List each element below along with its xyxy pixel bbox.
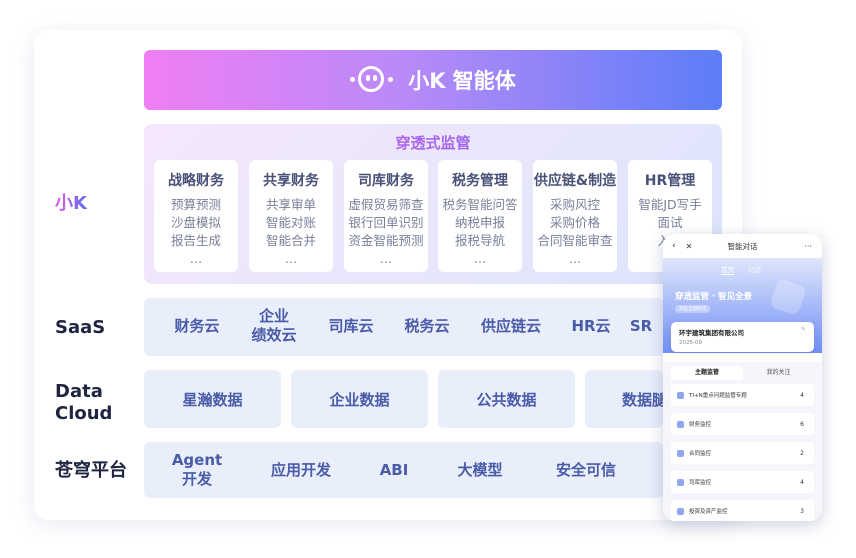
list-item-count: 4: [800, 478, 804, 486]
edit-icon[interactable]: ✎: [801, 326, 806, 333]
module-title: HR管理: [644, 173, 696, 189]
supervision-panel: 穿透式监管 战略财务 预算预测 沙盘模拟 报告生成 … 共享财务 共享审单 智能…: [144, 124, 722, 284]
row-label-xk: 小K: [55, 193, 87, 214]
module-item: 虚假贸易筛查: [348, 197, 424, 212]
module-title: 司库财务: [358, 173, 414, 189]
saas-item[interactable]: 财务云: [158, 317, 236, 336]
robot-face-icon: [350, 66, 394, 94]
phone-subtabs: 主题监管 我的关注: [671, 366, 814, 380]
row-label-saas: SaaS: [55, 317, 106, 338]
folder-icon: [677, 507, 684, 515]
saas-item[interactable]: 企业 绩效云: [238, 307, 310, 345]
module-item: 报税导航: [454, 233, 505, 248]
module-more: …: [284, 251, 298, 266]
module-item: 纳税申报: [454, 215, 505, 230]
module-title: 供应链&制造: [533, 173, 617, 189]
more-icon[interactable]: ···: [804, 242, 812, 251]
banner-title: 小K 智能体: [408, 69, 516, 93]
module-more: …: [189, 251, 203, 266]
phone-header: ‹ ✕ 智能对话 ···: [663, 234, 822, 258]
phone-hero-title: 穿透监管 · 智见全景: [675, 292, 753, 302]
phone-tab-chat[interactable]: 对话: [748, 264, 761, 274]
folder-icon: [677, 449, 684, 457]
xk-agent-banner[interactable]: 小K 智能体: [144, 50, 722, 110]
module-item: 面试: [657, 215, 683, 230]
module-more: …: [473, 251, 487, 266]
module-item: 智能对账: [265, 215, 316, 230]
saas-item[interactable]: SR: [626, 317, 656, 336]
module-card[interactable]: 司库财务 虚假贸易筛查 银行回单识别 资金智能预测 …: [344, 160, 428, 272]
module-more: …: [379, 251, 393, 266]
row-label-data-2: Cloud: [55, 403, 113, 424]
list-item-label: 合同监控: [689, 451, 712, 457]
module-item: 采购价格: [549, 215, 600, 230]
phone-company-card[interactable]: 环宇建筑集团有限公司 2025-09 ✎: [671, 322, 814, 352]
row-label-data-1: Data: [55, 381, 103, 402]
module-more: …: [568, 251, 582, 266]
module-card[interactable]: 税务管理 税务智能问答 纳税申报 报税导航 …: [438, 160, 522, 272]
close-icon[interactable]: ✕: [686, 242, 693, 251]
module-item: 银行回单识别: [348, 215, 424, 230]
module-item: 报告生成: [170, 233, 221, 248]
saas-item[interactable]: 司库云: [312, 317, 390, 336]
module-item: 沙盘模拟: [170, 215, 221, 230]
folder-icon: [677, 391, 684, 399]
list-item[interactable]: TI+N重点问题监管专题 4: [671, 384, 814, 406]
list-item-label: 投资及资产监控: [689, 509, 728, 515]
platform-item[interactable]: Agent 开发: [158, 451, 236, 489]
module-item: 合同智能审查: [537, 233, 613, 248]
phone-tab-home[interactable]: 首页: [721, 264, 734, 275]
list-item-label: TI+N重点问题监管专题: [689, 393, 747, 399]
module-item: 资金智能预测: [348, 233, 424, 248]
company-date: 2025-09: [679, 340, 702, 346]
architecture-canvas: 小K SaaS Data Cloud 苍穹平台 小K 智能体 穿透式监管 战略财…: [0, 0, 856, 558]
module-item: 共享审单: [265, 197, 316, 212]
list-item[interactable]: 投资及资产监控 3: [671, 500, 814, 521]
module-title: 战略财务: [168, 173, 224, 189]
module-card[interactable]: 共享财务 共享审单 智能对账 智能合并 …: [249, 160, 333, 272]
platform-row: Agent 开发 应用开发 ABI 大模型 安全可信: [144, 442, 664, 498]
data-cloud-item[interactable]: 企业数据: [291, 370, 428, 428]
row-label-platform: 苍穹平台: [55, 460, 127, 481]
folder-icon: [677, 420, 684, 428]
subtab-following[interactable]: 我的关注: [743, 366, 814, 380]
data-cloud-item[interactable]: 星瀚数据: [144, 370, 281, 428]
list-item[interactable]: 财务监控 6: [671, 413, 814, 435]
platform-item[interactable]: 应用开发: [256, 461, 346, 480]
saas-row: 财务云 企业 绩效云 司库云 税务云 供应链云 HR云 SR: [144, 298, 664, 356]
saas-item[interactable]: HR云: [556, 317, 626, 336]
module-card[interactable]: 战略财务 预算预测 沙盘模拟 报告生成 …: [154, 160, 238, 272]
list-item[interactable]: 司库监控 4: [671, 471, 814, 493]
list-item-label: 财务监控: [689, 422, 712, 428]
platform-item[interactable]: 大模型: [440, 461, 520, 480]
supervision-title: 穿透式监管: [144, 132, 722, 153]
phone-list: 主题监管 我的关注 TI+N重点问题监管专题 4 财务监控 6 合同监控 2 司库监控…: [663, 362, 822, 521]
module-title: 共享财务: [263, 173, 319, 189]
data-cloud-item[interactable]: 公共数据: [438, 370, 575, 428]
module-item: 预算预测: [170, 197, 221, 212]
module-item: 智能JD写手: [638, 197, 702, 212]
platform-item[interactable]: 安全可信: [536, 461, 636, 480]
phone-mockup: ‹ ✕ 智能对话 ··· 首页 对话 穿透监管 · 智见全景 开启全新时代 环宇…: [663, 234, 822, 521]
folder-icon: [677, 478, 684, 486]
phone-hero-pill: 开启全新时代: [675, 305, 710, 313]
saas-item[interactable]: 税务云: [388, 317, 466, 336]
module-card[interactable]: 供应链&制造 采购风控 采购价格 合同智能审查 …: [533, 160, 617, 272]
back-icon[interactable]: ‹: [672, 241, 676, 251]
module-item: 智能合并: [265, 233, 316, 248]
module-title: 税务管理: [452, 173, 508, 189]
module-item: 采购风控: [549, 197, 600, 212]
company-name: 环宇建筑集团有限公司: [679, 329, 744, 337]
module-item: 税务智能问答: [442, 197, 518, 212]
list-item[interactable]: 合同监控 2: [671, 442, 814, 464]
list-item-count: 3: [800, 507, 804, 515]
list-item-count: 2: [800, 449, 804, 457]
list-item-count: 4: [800, 391, 804, 399]
list-item-label: 司库监控: [689, 480, 712, 486]
data-cloud-item[interactable]: 数据腿: [585, 370, 663, 428]
list-item-count: 6: [800, 420, 804, 428]
platform-item[interactable]: ABI: [359, 461, 429, 480]
subtab-topics[interactable]: 主题监管: [671, 366, 743, 380]
saas-item[interactable]: 供应链云: [466, 317, 556, 336]
